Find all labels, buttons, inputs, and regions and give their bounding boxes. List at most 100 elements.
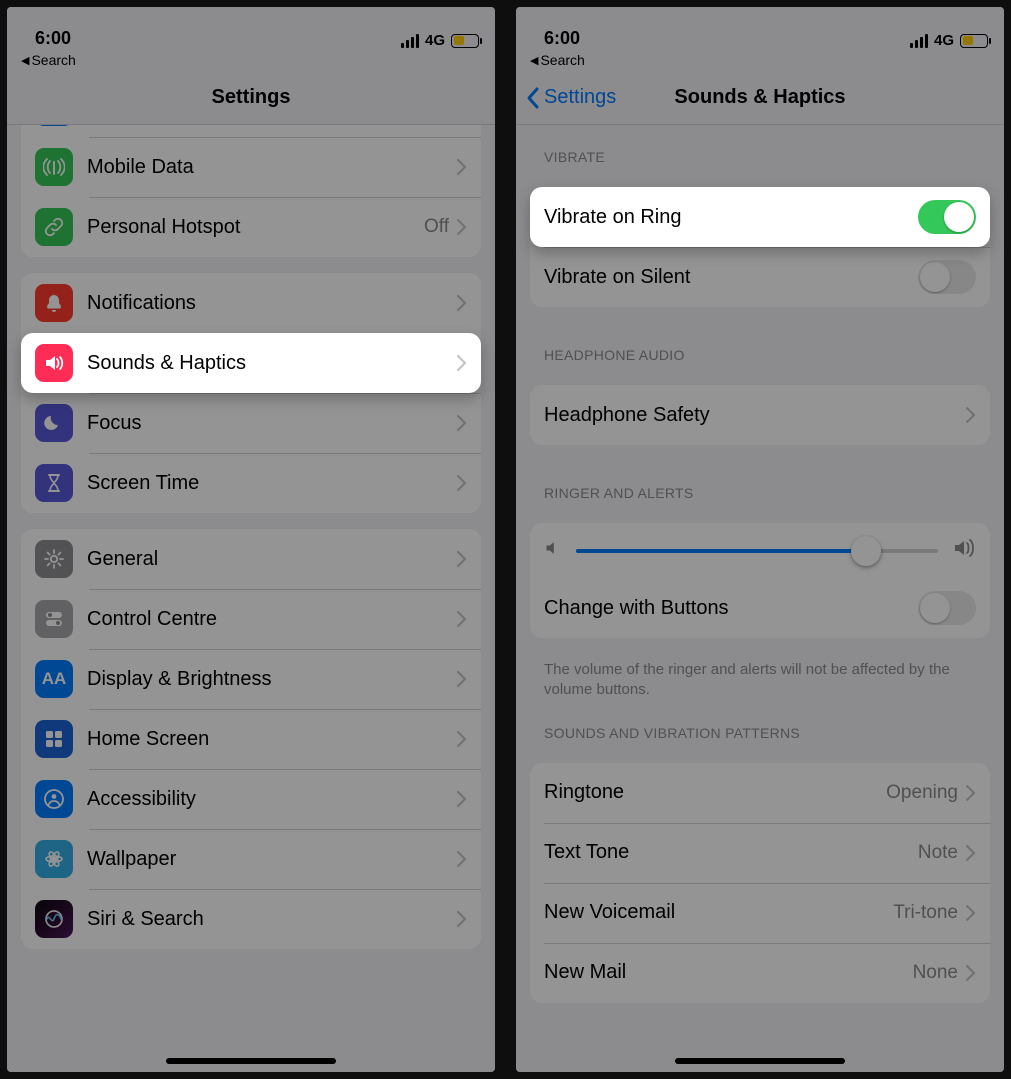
network-label: 4G [425,32,445,49]
headphone-group: Headphone Safety [530,385,990,445]
flower-icon [35,840,73,878]
row-ringtone[interactable]: Ringtone Opening [530,763,990,823]
status-bar: 6:00 4G [7,7,495,49]
settings-screen: 6:00 4G ◀ Search Settings Bluetooth On M… [7,7,495,1072]
ringer-group: Change with Buttons [530,523,990,638]
row-value: None [913,962,958,984]
settings-row-sounds-haptics[interactable]: Sounds & Haptics [21,333,481,393]
back-caret-icon: ◀ [530,54,538,67]
row-label: General [87,548,457,571]
change-with-buttons-row[interactable]: Change with Buttons [530,578,990,638]
chevron-right-icon [457,219,467,235]
settings-row-siri[interactable]: Siri & Search [21,889,481,949]
chevron-right-icon [966,407,976,423]
chevron-right-icon [457,551,467,567]
battery-icon [451,34,479,48]
chevron-right-icon [457,911,467,927]
section-header-headphone: HEADPHONE AUDIO [516,323,1004,369]
toggle-vibrate-ring[interactable] [918,200,976,234]
row-vibrate-ring[interactable]: Vibrate on Ring [530,187,990,247]
chevron-right-icon [966,785,976,801]
chevron-right-icon [457,851,467,867]
antenna-icon [35,148,73,186]
navbar: Settings [7,71,495,125]
settings-group-general: General Control Centre AA Display & Brig… [21,529,481,949]
back-button[interactable]: Settings [516,86,616,109]
ringer-volume-slider[interactable] [530,523,990,578]
row-label: Vibrate on Silent [544,266,918,289]
row-label: Siri & Search [87,908,457,931]
chevron-left-icon [526,87,540,109]
settings-row-accessibility[interactable]: Accessibility [21,769,481,829]
home-indicator[interactable] [166,1058,336,1064]
gear-icon [35,540,73,578]
signal-icon [910,34,928,48]
switches-icon [35,600,73,638]
row-label: Home Screen [87,728,457,751]
back-to-app[interactable]: ◀ Search [7,49,495,71]
settings-row-personal-hotspot[interactable]: Personal Hotspot Off [21,197,481,257]
row-label: Headphone Safety [544,404,966,427]
settings-row-general[interactable]: General [21,529,481,589]
section-header-ringer: RINGER AND ALERTS [516,461,1004,507]
bluetooth-icon [35,125,73,126]
row-label: Mobile Data [87,156,457,179]
chevron-right-icon [457,475,467,491]
toggle-vibrate-silent[interactable] [918,260,976,294]
back-to-app[interactable]: ◀ Search [516,49,1004,71]
settings-row-notifications[interactable]: Notifications [21,273,481,333]
status-time: 6:00 [35,28,71,49]
speaker-low-icon [544,537,562,564]
row-label: Screen Time [87,472,457,495]
change-with-buttons-toggle[interactable] [918,591,976,625]
row-voicemail[interactable]: New Voicemail Tri-tone [530,883,990,943]
grid-icon [35,720,73,758]
chevron-right-icon [966,965,976,981]
navbar: Settings Sounds & Haptics [516,71,1004,125]
home-indicator[interactable] [675,1058,845,1064]
row-label: Accessibility [87,788,457,811]
settings-row-wallpaper[interactable]: Wallpaper [21,829,481,889]
settings-row-home-screen[interactable]: Home Screen [21,709,481,769]
hourglass-icon [35,464,73,502]
back-caret-icon: ◀ [21,54,29,67]
chevron-right-icon [966,845,976,861]
settings-row-mobile-data[interactable]: Mobile Data [21,137,481,197]
person-icon [35,780,73,818]
settings-row-bluetooth[interactable]: Bluetooth On [21,125,481,137]
row-headphone-safety[interactable]: Headphone Safety [530,385,990,445]
back-label: Settings [544,86,616,109]
row-text-tone[interactable]: Text Tone Note [530,823,990,883]
battery-icon [960,34,988,48]
row-vibrate-silent[interactable]: Vibrate on Silent [530,247,990,307]
speaker-high-icon [952,537,976,564]
network-label: 4G [934,32,954,49]
vibrate-group: Vibrate on Ring Vibrate on Silent [530,187,990,307]
row-label: Control Centre [87,608,457,631]
status-bar: 6:00 4G [516,7,1004,49]
row-value: Opening [886,782,958,804]
back-app-label: Search [540,52,584,68]
siri-icon [35,900,73,938]
row-label: Text Tone [544,841,918,864]
row-label: New Voicemail [544,901,893,924]
chevron-right-icon [966,905,976,921]
ringer-footer: The volume of the ringer and alerts will… [516,654,1004,701]
settings-row-control-centre[interactable]: Control Centre [21,589,481,649]
signal-icon [401,34,419,48]
volume-thumb[interactable] [851,536,881,566]
section-header-vibrate: VIBRATE [516,125,1004,171]
row-label: Focus [87,412,457,435]
settings-row-screen-time[interactable]: Screen Time [21,453,481,513]
volume-track[interactable] [576,549,938,553]
chevron-right-icon [457,731,467,747]
chevron-right-icon [457,791,467,807]
settings-group-connectivity: Bluetooth On Mobile Data Personal Hotspo… [21,125,481,257]
settings-group-alerts: Notifications Sounds & Haptics Focus Scr… [21,273,481,513]
settings-row-focus[interactable]: Focus [21,393,481,453]
row-value: Tri-tone [893,902,958,924]
row-new-mail[interactable]: New Mail None [530,943,990,1003]
row-label: Personal Hotspot [87,216,424,239]
settings-row-display[interactable]: AA Display & Brightness [21,649,481,709]
page-title: Settings [7,86,495,109]
